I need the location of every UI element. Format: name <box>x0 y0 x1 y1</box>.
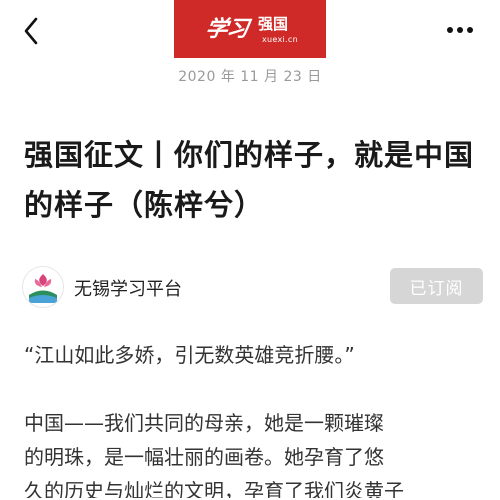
article-paragraph: 中国——我们共同的母亲，她是一颗璀璨 的明珠，是一幅壮丽的画卷。她孕育了悠 久的… <box>24 406 484 498</box>
back-button[interactable] <box>16 14 46 48</box>
publish-date: 2020 年 11 月 23 日 <box>178 69 322 85</box>
paragraph-line: 中国——我们共同的母亲，她是一颗璀璨 <box>24 411 384 435</box>
top-navigation-bar: 学习 强国 xuexi.cn <box>0 0 500 62</box>
logo-url: xuexi.cn <box>262 35 298 44</box>
author-row: 无锡学习平台 已订阅 <box>22 266 483 310</box>
xuexi-qiangguo-logo: 学习 强国 xuexi.cn <box>174 0 326 58</box>
article-quote: “江山如此多娇，引无数英雄竞折腰。” <box>24 343 355 367</box>
subscribed-button[interactable]: 已订阅 <box>390 268 483 304</box>
author-avatar[interactable] <box>22 266 64 308</box>
chevron-left-icon <box>24 17 38 45</box>
more-horizontal-icon <box>447 27 473 33</box>
logo-script-text: 学习 <box>203 16 250 42</box>
wuxi-emblem-icon <box>23 267 63 307</box>
paragraph-line: 的明珠，是一幅壮丽的画卷。她孕育了悠 <box>24 445 384 469</box>
article-title: 强国征文丨你们的样子，就是中国的样子（陈梓兮） <box>24 138 475 222</box>
paragraph-line: 久的历史与灿烂的文明，孕育了我们炎黄子 <box>24 479 404 498</box>
logo-name: 强国 <box>258 15 289 33</box>
author-name[interactable]: 无锡学习平台 <box>74 275 182 301</box>
more-options-button[interactable] <box>443 18 477 42</box>
